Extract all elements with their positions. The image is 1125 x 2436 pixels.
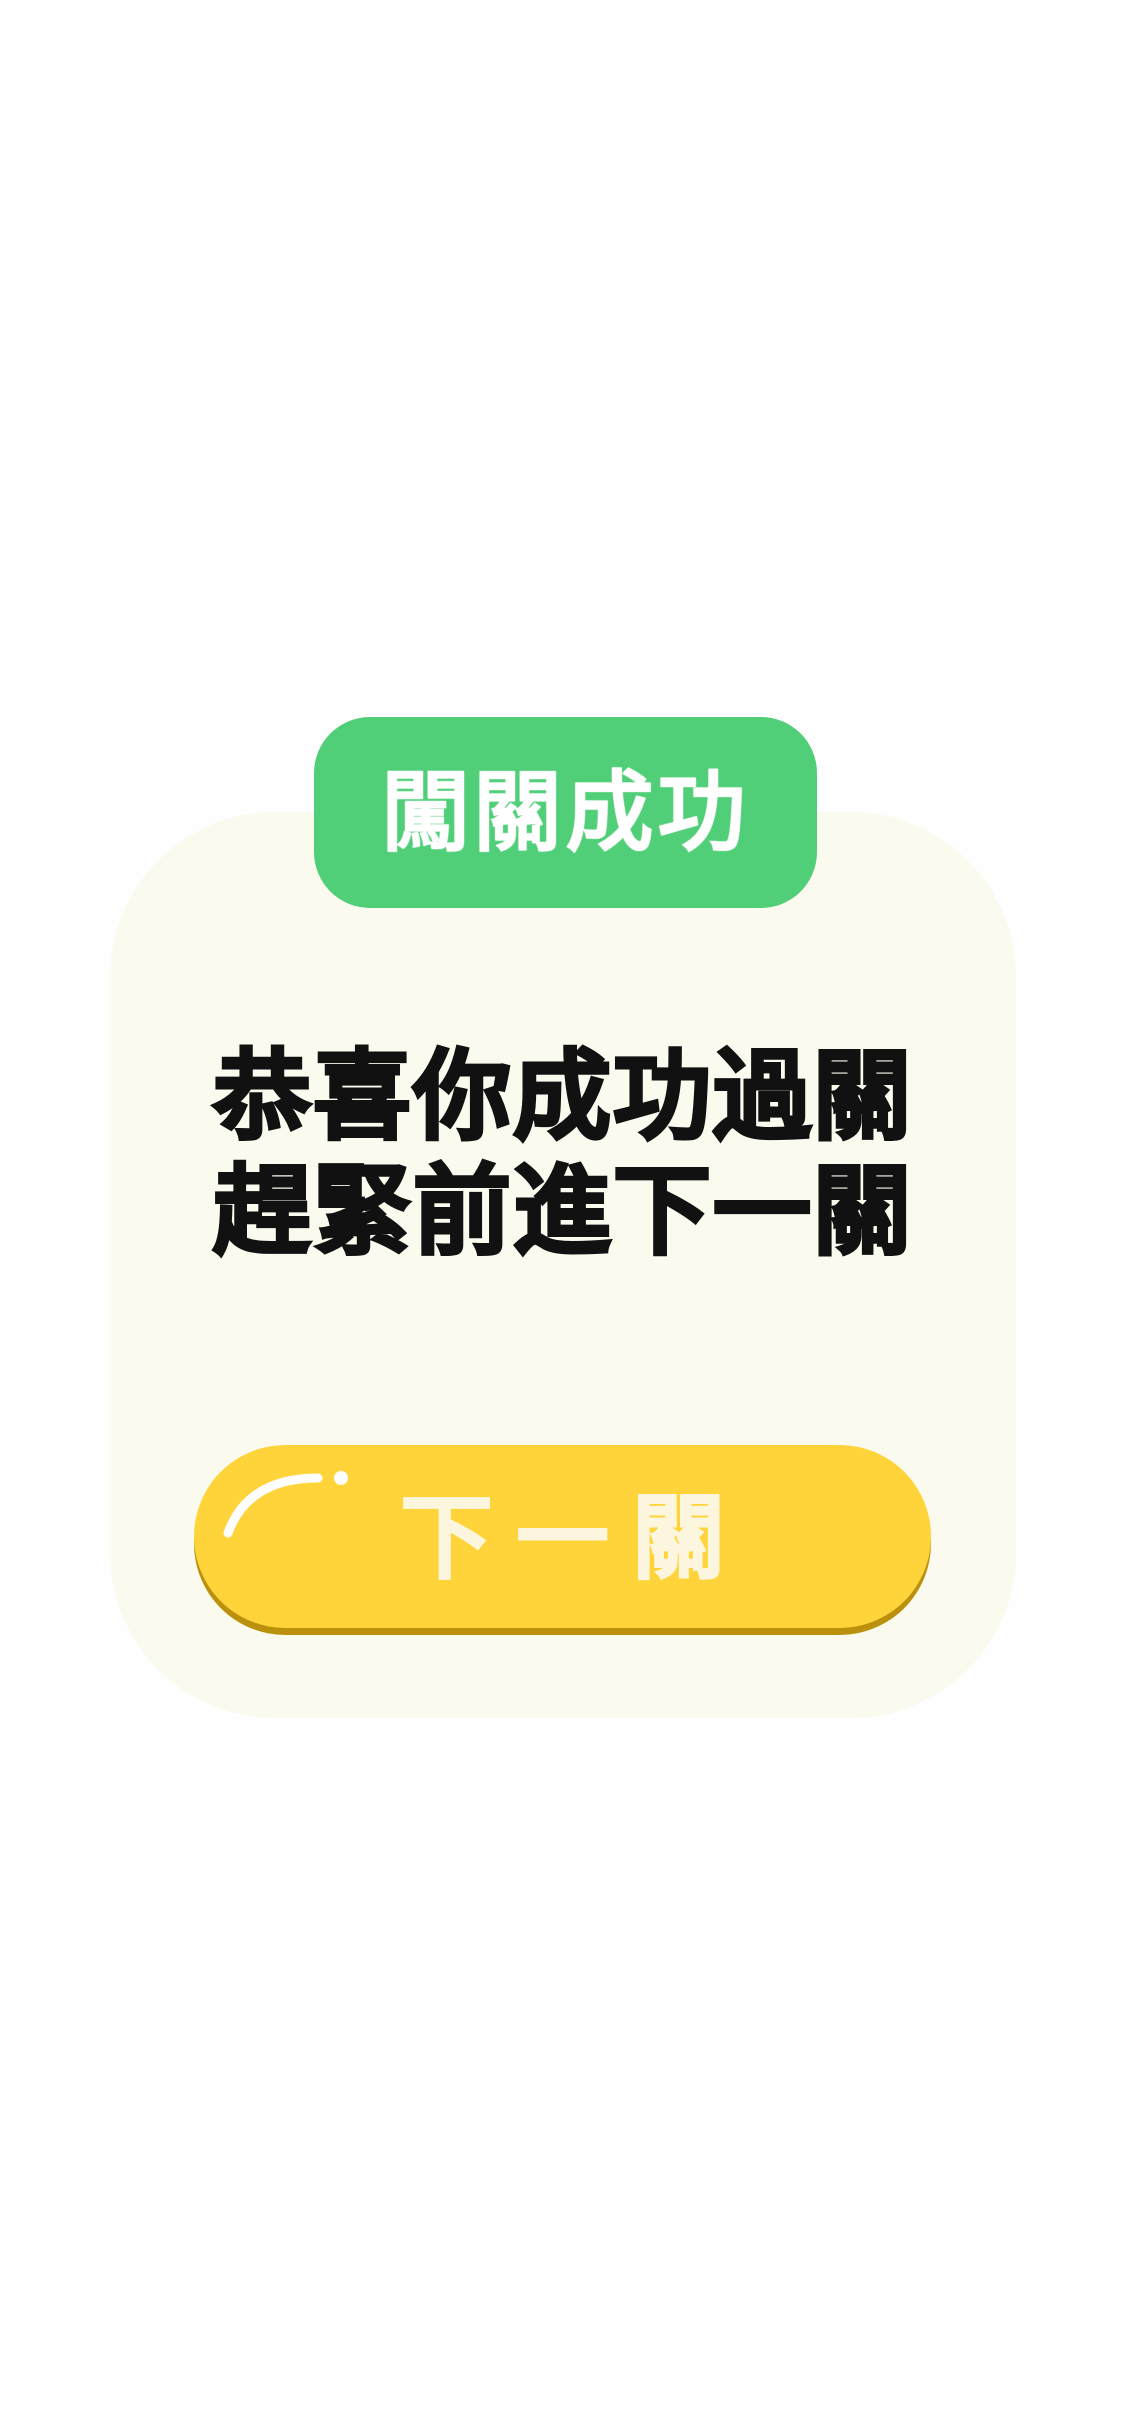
message-line-congrats: 恭喜你成功過關 (211, 1039, 913, 1156)
dialog-message: 恭喜你成功過關 趕緊前進下一關 (110, 1039, 1016, 1271)
next-level-button[interactable]: 下一關 (194, 1445, 931, 1628)
gloss-highlight-icon (223, 1471, 348, 1538)
message-line-next: 趕緊前進下一關 (211, 1154, 913, 1271)
next-level-button-label: 下一關 (399, 1484, 749, 1592)
title-badge: 闖關成功 (314, 717, 817, 908)
dialog-title: 闖關成功 (381, 760, 750, 864)
